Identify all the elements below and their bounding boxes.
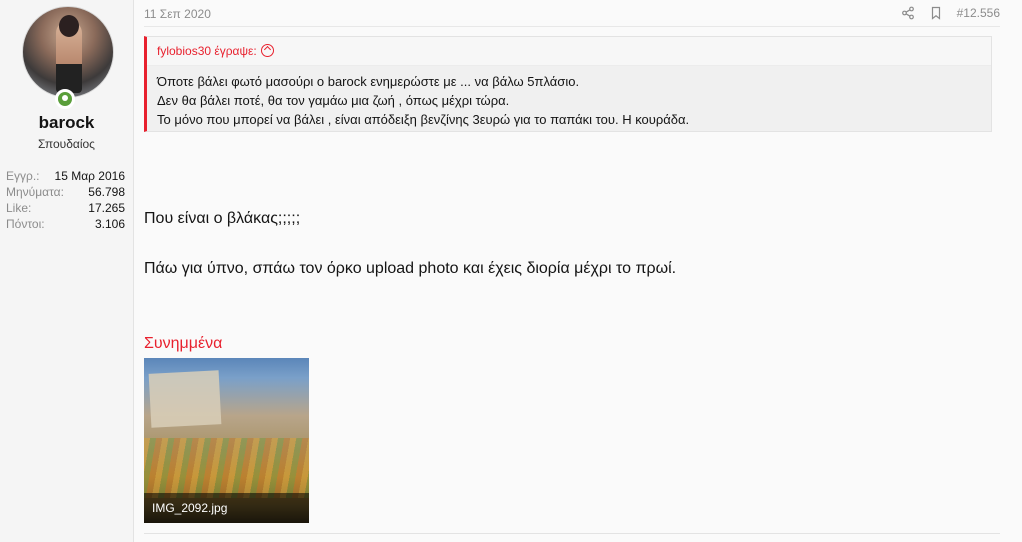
message-line: Πάω για ύπνο, σπάω τον όρκο upload photo… <box>144 260 677 277</box>
user-title: Σπουδαίος <box>38 137 95 151</box>
quote-line: Όποτε βάλει φωτό μασούρι ο barock ενημερ… <box>157 74 580 89</box>
online-status-icon <box>55 89 75 109</box>
bookmark-icon[interactable] <box>929 6 943 20</box>
attachments-title: Συνημμένα <box>144 335 223 352</box>
attachment-filename[interactable]: IMG_2092.jpg <box>144 493 309 523</box>
post-footer-divider <box>144 533 1000 534</box>
quote-line: Δεν θα βάλει ποτέ, θα τον γαμάω μια ζωή … <box>157 93 510 108</box>
stat-row-likes: Like: 17.265 <box>6 201 125 215</box>
arrow-up-circle-icon[interactable] <box>260 44 274 57</box>
user-info-column: barock Σπουδαίος Εγγρ.: 15 Μαρ 2016 Μηνύ… <box>0 0 134 542</box>
stat-row-joined: Εγγρ.: 15 Μαρ 2016 <box>6 169 125 183</box>
avatar[interactable] <box>22 6 114 98</box>
user-stats: Εγγρ.: 15 Μαρ 2016 Μηνύματα: 56.798 Like… <box>6 168 125 232</box>
share-icon[interactable] <box>901 6 915 20</box>
stat-row-points: Πόντοι: 3.106 <box>6 217 125 231</box>
attachment-thumbnail[interactable]: IMG_2092.jpg <box>144 358 309 523</box>
post-number-link[interactable]: #12.556 <box>957 6 1000 20</box>
quote-body: Όποτε βάλει φωτό μασούρι ο barock ενημερ… <box>147 66 991 135</box>
post-container: 11 Σεπ 2020 #12.556 fylobios30 έγραψε: Ό… <box>134 0 1022 542</box>
quote-header[interactable]: fylobios30 έγραψε: <box>147 37 991 66</box>
post-date[interactable]: 11 Σεπ 2020 <box>144 7 211 21</box>
quote-author[interactable]: fylobios30 έγραψε: <box>157 44 257 58</box>
quote-block: fylobios30 έγραψε: Όποτε βάλει φωτό μασο… <box>144 36 992 132</box>
quote-line: Το μόνο που μπορεί να βάλει , είναι απόδ… <box>157 112 690 127</box>
message-line: Που είναι ο βλάκας;;;;; <box>144 210 301 227</box>
stat-row-messages: Μηνύματα: 56.798 <box>6 185 125 199</box>
post-header: 11 Σεπ 2020 #12.556 <box>144 0 1000 27</box>
post-actions: #12.556 <box>901 6 1000 20</box>
username[interactable]: barock <box>0 113 133 133</box>
